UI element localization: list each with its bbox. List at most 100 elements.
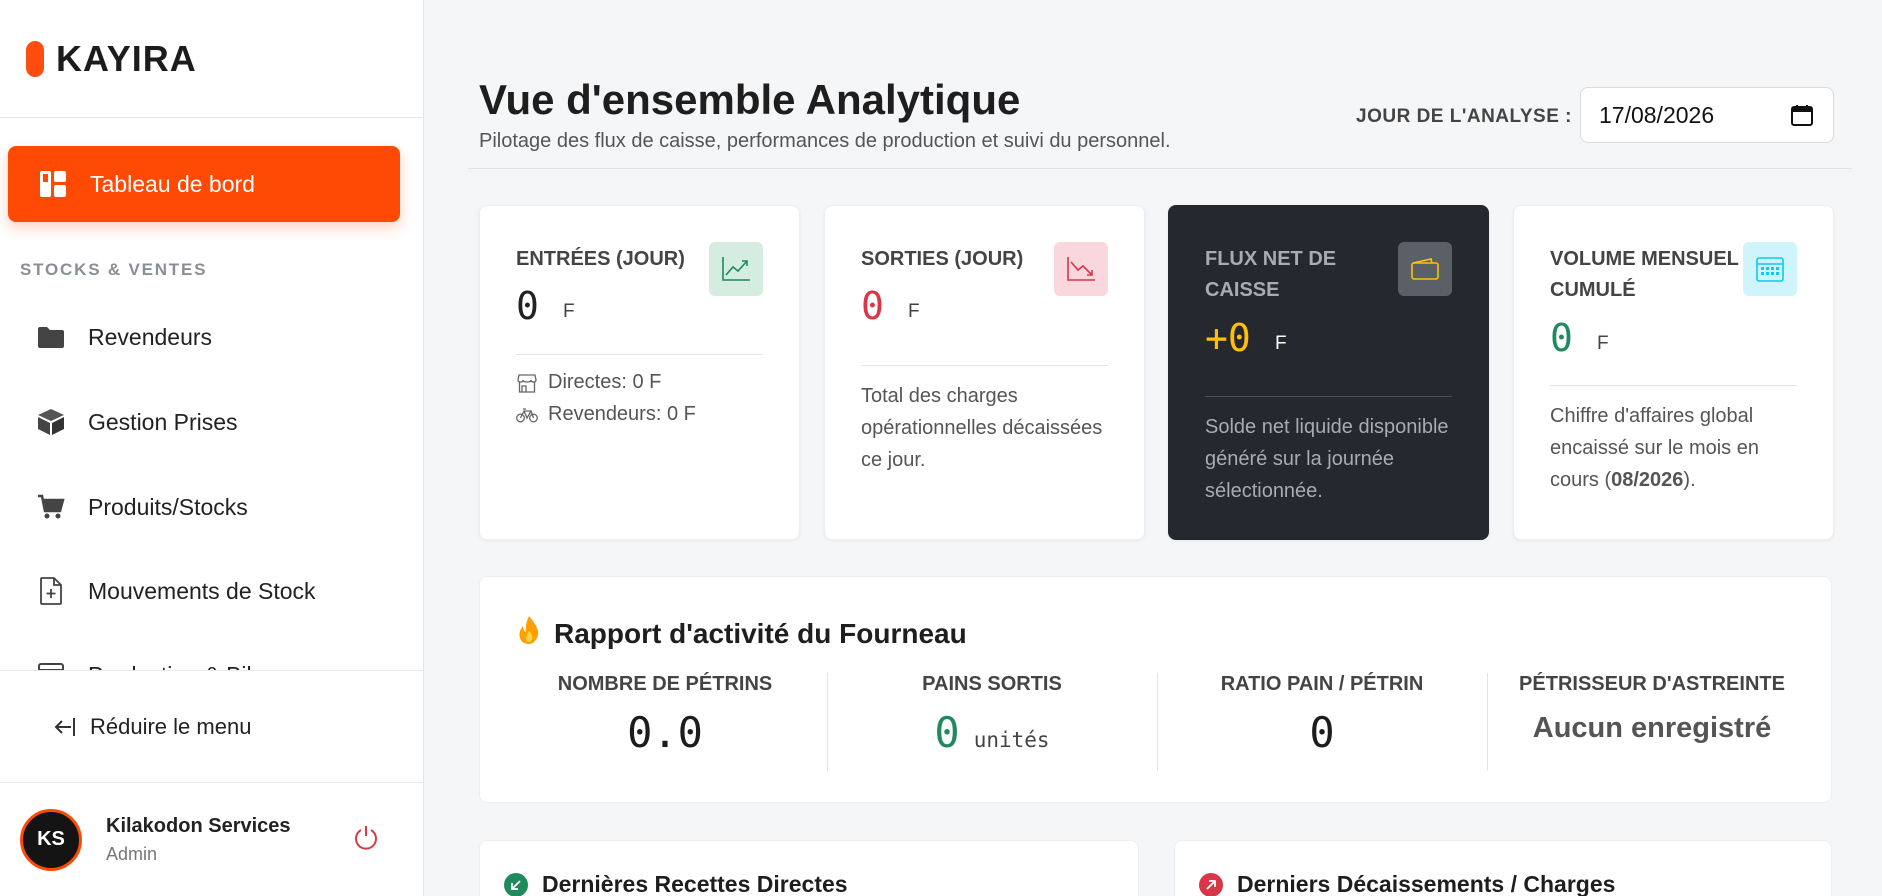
card-title: FLUX NET DE CAISSE <box>1205 248 1337 301</box>
sidebar-item-dashboard[interactable]: Tableau de bord <box>8 146 400 222</box>
report-panel: Rapport d'activité du Fourneau NOMBRE DE… <box>479 576 1832 803</box>
trend-up-icon <box>709 242 763 296</box>
calendar-picker-icon[interactable] <box>1791 104 1813 132</box>
metric-value: 0 <box>1309 708 1335 757</box>
sidebar: KAYIRA Tableau de bord STOCKS & VENTES R… <box>0 0 424 896</box>
collapse-menu-button[interactable]: Réduire le menu <box>0 670 424 782</box>
sidebar-item-production[interactable]: Production & Bilan <box>36 655 277 670</box>
card-unit: F <box>563 301 575 322</box>
panel-title: Derniers Décaissements / Charges <box>1199 871 1615 896</box>
trend-down-icon <box>1054 242 1108 296</box>
card-row-revendeurs: Revendeurs: 0 F <box>516 403 696 426</box>
sidebar-item-produits-stocks[interactable]: Produits/Stocks <box>36 487 248 527</box>
sidebar-item-revendeurs[interactable]: Revendeurs <box>36 317 212 357</box>
date-label: JOUR DE L'ANALYSE : <box>1356 106 1573 127</box>
card-description: Chiffre d'affaires global encaissé sur l… <box>1550 400 1797 496</box>
card-unit: F <box>908 301 920 322</box>
metric-pains-sortis: PAINS SORTIS 0 unités <box>827 673 1157 773</box>
card-volume-mensuel: VOLUME MENSUEL CUMULÉ 0 F Chiffre d'affa… <box>1513 205 1834 540</box>
card-divider <box>516 354 763 355</box>
sidebar-item-label: Tableau de bord <box>90 170 255 197</box>
card-description-month: 08/2026 <box>1611 469 1684 491</box>
box-icon <box>36 407 66 437</box>
card-description-end: ). <box>1683 469 1696 491</box>
report-title: Rapport d'activité du Fourneau <box>516 615 967 652</box>
panel-title-text: Derniers Décaissements / Charges <box>1237 871 1616 896</box>
recent-expenses-panel: Derniers Décaissements / Charges <box>1174 840 1832 896</box>
sidebar-item-label: Revendeurs <box>88 323 213 350</box>
fire-icon <box>516 615 542 652</box>
card-title: ENTRÉES (JOUR) <box>516 248 685 270</box>
sidebar-item-mouvements-stock[interactable]: Mouvements de Stock <box>36 571 316 611</box>
collapse-menu-label: Réduire le menu <box>90 713 252 739</box>
page-title: Vue d'ensemble Analytique <box>479 76 1021 123</box>
avatar[interactable]: KS <box>20 808 82 871</box>
card-sorties: SORTIES (JOUR) 0 F Total des charges opé… <box>824 205 1145 540</box>
sidebar-nav: Tableau de bord STOCKS & VENTES Revendeu… <box>0 118 424 670</box>
page-subtitle: Pilotage des flux de caisse, performance… <box>479 130 1171 152</box>
user-panel: KS Kilakodon Services Admin <box>0 782 424 896</box>
folder-icon <box>36 322 66 352</box>
arrow-down-left-icon <box>504 872 528 896</box>
arrow-left-bar-icon <box>50 712 80 742</box>
sidebar-item-label: Production & Bilan <box>88 662 277 671</box>
cart-icon <box>36 492 66 522</box>
metric-petrins: NOMBRE DE PÉTRINS 0.0 <box>500 673 830 773</box>
metric-unit: unités <box>973 728 1050 752</box>
header-divider <box>468 168 1852 169</box>
card-title: VOLUME MENSUEL CUMULÉ <box>1550 248 1739 301</box>
sidebar-item-label: Produits/Stocks <box>88 493 248 520</box>
sidebar-item-label: Mouvements de Stock <box>88 577 316 604</box>
card-description: Solde net liquide disponible généré sur … <box>1205 416 1449 502</box>
metric-label: NOMBRE DE PÉTRINS <box>557 673 773 695</box>
user-role: Admin <box>106 843 158 864</box>
metric-ratio: RATIO PAIN / PÉTRIN 0 <box>1157 673 1487 773</box>
power-icon[interactable] <box>352 823 380 856</box>
card-row-text: Directes: 0 F <box>548 371 662 393</box>
card-divider <box>861 365 1108 366</box>
metric-petrisseur: PÉTRISSEUR D'ASTREINTE Aucun enregistré <box>1487 673 1817 773</box>
brand[interactable]: KAYIRA <box>0 0 423 118</box>
store-icon <box>516 372 538 394</box>
metric-label: PÉTRISSEUR D'ASTREINTE <box>1519 673 1785 695</box>
metric-label: RATIO PAIN / PÉTRIN <box>1220 673 1424 695</box>
metric-text: Aucun enregistré <box>1532 712 1772 744</box>
section-label: STOCKS & VENTES <box>20 260 208 279</box>
metric-label: PAINS SORTIS <box>922 673 1062 695</box>
bicycle-icon <box>516 404 538 426</box>
card-value: 0 <box>1550 316 1573 360</box>
user-name: Kilakodon Services <box>106 814 291 837</box>
card-flux-net: FLUX NET DE CAISSE +0 F Solde net liquid… <box>1168 205 1489 540</box>
recent-income-panel: Dernières Recettes Directes <box>479 840 1139 896</box>
report-title-text: Rapport d'activité du Fourneau <box>554 617 967 649</box>
date-input[interactable]: 17/08/2026 <box>1580 87 1834 143</box>
card-row-text: Revendeurs: 0 F <box>548 403 696 425</box>
card-value: 0 <box>861 284 884 328</box>
panel-title-text: Dernières Recettes Directes <box>542 871 848 896</box>
user-info: Kilakodon Services Admin <box>106 815 291 865</box>
logo-mark <box>26 40 44 77</box>
arrow-up-right-icon <box>1199 872 1223 896</box>
metric-value: 0 <box>934 708 960 757</box>
date-value: 17/08/2026 <box>1599 101 1715 128</box>
calendar-icon <box>36 660 66 670</box>
calendar-grid-icon <box>1743 242 1797 296</box>
dashboard-icon <box>38 169 68 199</box>
sidebar-item-label: Gestion Prises <box>88 408 238 435</box>
card-row-directes: Directes: 0 F <box>516 371 661 394</box>
panel-title: Dernières Recettes Directes <box>504 871 848 896</box>
card-unit: F <box>1597 333 1609 354</box>
brand-name: KAYIRA <box>56 37 197 79</box>
card-divider <box>1205 396 1452 397</box>
card-value: +0 <box>1205 316 1251 360</box>
card-description: Total des charges opérationnelles décais… <box>861 385 1103 471</box>
card-entrees: ENTRÉES (JOUR) 0 F Directes: 0 F Revende… <box>479 205 800 540</box>
wallet-icon <box>1398 242 1452 296</box>
file-plus-icon <box>36 576 66 606</box>
metric-value-row: 0 unités <box>827 708 1157 757</box>
sidebar-item-gestion-prises[interactable]: Gestion Prises <box>36 402 238 442</box>
card-unit: F <box>1275 333 1287 354</box>
card-value: 0 <box>516 284 539 328</box>
main-content: Vue d'ensemble Analytique Pilotage des f… <box>424 0 1882 896</box>
card-title: SORTIES (JOUR) <box>861 248 1024 270</box>
